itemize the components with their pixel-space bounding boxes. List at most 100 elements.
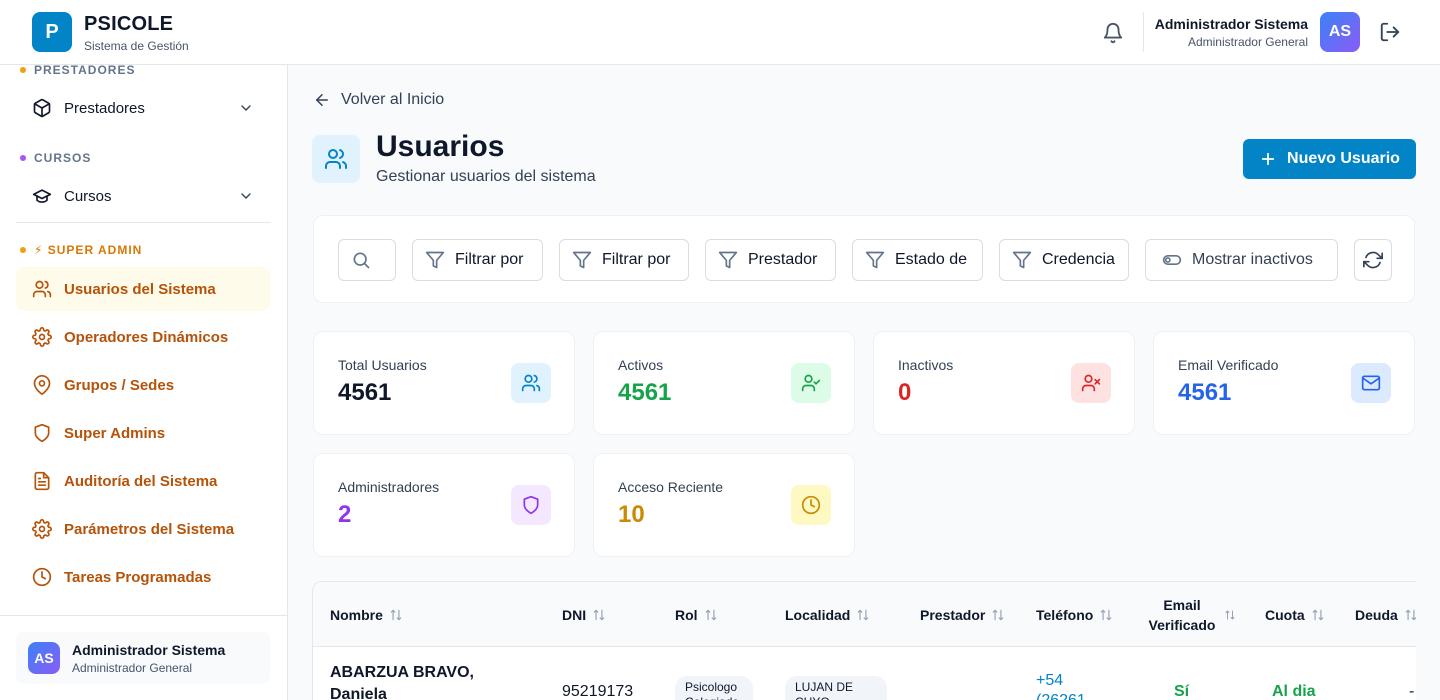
sort-icon: [592, 608, 606, 622]
back-link[interactable]: Volver al Inicio: [313, 91, 444, 109]
app-name: PSICOLE: [84, 13, 174, 35]
sidebar-divider: [16, 222, 271, 223]
filter-select-1[interactable]: Filtrar por: [412, 239, 543, 281]
filter-select-prestador[interactable]: Prestador: [705, 239, 836, 281]
sidebar-item-label: Operadores Dinámicos: [64, 328, 229, 346]
column-header-prestador[interactable]: Prestador: [920, 582, 1005, 647]
header-divider: [1143, 12, 1144, 52]
section-label: ⚡ SUPER ADMIN: [34, 243, 143, 257]
sort-icon: [1311, 608, 1325, 622]
section-label: PRESTADORES: [34, 63, 136, 77]
sidebar-item-operadores[interactable]: Operadores Dinámicos: [16, 315, 270, 359]
phone-link[interactable]: +54 (26261: [1036, 671, 1106, 700]
stat-label: Email Verificado: [1178, 357, 1279, 373]
sidebar-item-label: Auditoría del Sistema: [64, 472, 218, 490]
header-avatar[interactable]: AS: [1320, 12, 1360, 52]
stat-card-acceso: Acceso Reciente 10: [593, 453, 855, 557]
column-label: Rol: [675, 606, 698, 623]
chevron-down-icon[interactable]: [238, 188, 254, 204]
stat-label: Acceso Reciente: [618, 479, 724, 495]
filter-select-label: Filtrar por: [602, 251, 671, 268]
table-header: Nombre DNI Rol Localidad Prestador Teléf…: [313, 582, 1416, 647]
refresh-button[interactable]: [1354, 239, 1392, 281]
sort-icon: [704, 608, 718, 622]
cell-deuda: -: [1409, 683, 1415, 700]
users-icon: [312, 135, 360, 183]
column-label: Teléfono: [1036, 606, 1094, 623]
cell-cuota: Al dia: [1272, 683, 1316, 700]
new-user-button[interactable]: Nuevo Usuario: [1243, 139, 1416, 179]
bell-icon[interactable]: [1102, 22, 1124, 44]
filter-icon: [425, 250, 445, 270]
stat-card-email: Email Verificado 4561: [1153, 331, 1415, 435]
filter-icon: [865, 250, 885, 270]
column-header-nombre[interactable]: Nombre: [330, 582, 403, 647]
arrow-left-icon: [313, 91, 331, 109]
column-header-rol[interactable]: Rol: [675, 582, 718, 647]
sidebar-item-tareas[interactable]: Tareas Programadas: [16, 555, 270, 599]
logout-icon[interactable]: [1379, 21, 1401, 43]
column-header-deuda[interactable]: Deuda: [1355, 582, 1416, 647]
stat-card-total: Total Usuarios 4561: [313, 331, 575, 435]
cell-dni: 95219173: [562, 683, 634, 700]
stat-value: 4561: [338, 379, 392, 406]
sidebar-item-super-admins[interactable]: Super Admins: [16, 411, 270, 455]
sidebar-item-parametros[interactable]: Parámetros del Sistema: [16, 507, 270, 551]
column-header-localidad[interactable]: Localidad: [785, 582, 870, 647]
sort-icon: [1099, 608, 1113, 622]
sidebar-avatar: AS: [28, 642, 60, 674]
filter-select-credencial[interactable]: Credencia: [999, 239, 1129, 281]
locality-badge: LUJAN DE CUYO: [785, 676, 887, 700]
box-icon: [32, 98, 52, 118]
page-subtitle: Gestionar usuarios del sistema: [376, 168, 596, 185]
section-dot: [20, 67, 26, 73]
header-user-name: Administrador Sistema: [1154, 16, 1308, 32]
stat-value: 0: [898, 379, 912, 406]
search-input[interactable]: [338, 239, 396, 281]
filter-select-estado[interactable]: Estado de: [852, 239, 983, 281]
toggle-icon: [1162, 250, 1182, 270]
sort-icon: [991, 608, 1005, 622]
app-logo[interactable]: P: [32, 12, 72, 52]
role-badge: Psicologo Colegiado: [675, 676, 753, 700]
filter-select-2[interactable]: Filtrar por: [559, 239, 689, 281]
shield-icon: [32, 423, 52, 443]
gear-icon: [32, 519, 52, 539]
sidebar-item-label: Prestadores: [64, 99, 145, 117]
column-header-telefono[interactable]: Teléfono: [1036, 582, 1113, 647]
column-label: DNI: [562, 606, 587, 623]
sidebar: PRESTADORES Prestadores CURSOS Cursos ⚡ …: [0, 63, 288, 700]
column-header-cuota[interactable]: Cuota: [1265, 582, 1325, 647]
column-label: Nombre: [330, 606, 383, 623]
sidebar-user-card[interactable]: AS Administrador Sistema Administrador G…: [16, 632, 270, 684]
page-title: Usuarios: [376, 130, 505, 163]
stat-value: 4561: [618, 379, 672, 406]
filter-icon: [572, 250, 592, 270]
refresh-icon: [1363, 250, 1383, 270]
column-header-dni[interactable]: DNI: [562, 582, 606, 647]
sidebar-item-grupos[interactable]: Grupos / Sedes: [16, 363, 270, 407]
sidebar-item-label: Cursos: [64, 187, 112, 205]
users-icon: [511, 363, 551, 403]
users-table: Nombre DNI Rol Localidad Prestador Teléf…: [312, 581, 1416, 700]
stat-label: Activos: [618, 357, 664, 373]
filter-select-label: Filtrar por: [455, 251, 524, 268]
graduation-cap-icon: [32, 186, 52, 206]
column-header-email-verificado[interactable]: Email Verificado: [1146, 582, 1236, 647]
back-link-label: Volver al Inicio: [341, 91, 445, 108]
stat-value: 2: [338, 501, 352, 528]
chevron-down-icon[interactable]: [238, 100, 254, 116]
cell-email-verificado: Sí: [1174, 683, 1190, 700]
stat-card-administradores: Administradores 2: [313, 453, 575, 557]
sidebar-item-auditoria[interactable]: Auditoría del Sistema: [16, 459, 270, 503]
sort-icon: [1404, 608, 1416, 622]
sidebar-item-prestadores[interactable]: Prestadores: [16, 86, 270, 130]
sidebar-item-label: Super Admins: [64, 424, 166, 442]
sidebar-item-usuarios[interactable]: Usuarios del Sistema: [16, 267, 270, 311]
sidebar-item-cursos[interactable]: Cursos: [16, 174, 270, 218]
show-inactive-toggle[interactable]: Mostrar inactivos: [1145, 239, 1338, 281]
column-label: Localidad: [785, 606, 851, 623]
column-label: Prestador: [920, 606, 986, 623]
mail-icon: [1351, 363, 1391, 403]
stat-label: Total Usuarios: [338, 357, 427, 373]
